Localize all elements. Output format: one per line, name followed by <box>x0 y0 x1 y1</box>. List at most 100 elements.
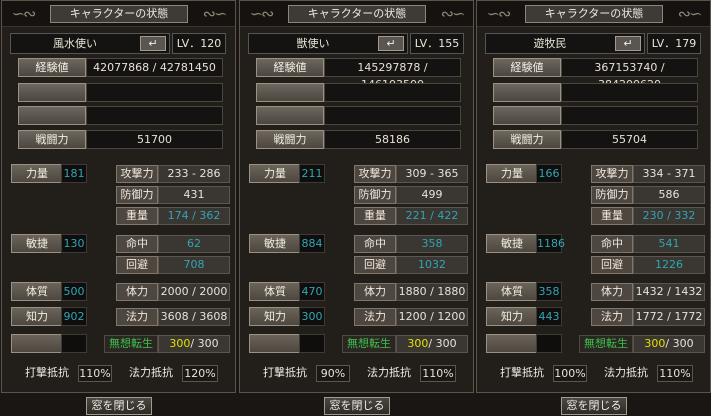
intelligence-button[interactable]: 知力 <box>11 307 63 326</box>
close-window-button[interactable]: 窓を閉じる <box>86 397 152 415</box>
defense-label: 防御力 <box>354 186 396 204</box>
mushou-label: 無想転生 <box>579 335 633 353</box>
ornament-icon: ∽∾ <box>486 4 512 23</box>
strike-res-value: 90% <box>316 365 350 382</box>
strength-button[interactable]: 力量 <box>486 164 538 183</box>
constitution-value: 358 <box>536 282 562 301</box>
character-status-panel: ∽∾∾∽キャラクターの状態遊牧民↵LV．179経験値367153740 / 38… <box>476 0 711 393</box>
empty-stat-slot[interactable] <box>11 334 63 353</box>
mp-value: 1200 / 1200 <box>396 308 468 326</box>
accuracy-value: 358 <box>396 235 468 253</box>
close-window-button[interactable]: 窓を閉じる <box>561 397 627 415</box>
magic-res-value: 110% <box>657 365 693 382</box>
attack-label: 攻撃力 <box>354 165 396 183</box>
return-icon[interactable]: ↵ <box>140 36 166 51</box>
accuracy-value: 541 <box>633 235 705 253</box>
agility-button[interactable]: 敏捷 <box>11 234 63 253</box>
exp-value: 42077868 / 42781450 <box>86 58 223 77</box>
character-status-panel: ∽∾∾∽キャラクターの状態獣使い↵LV．155経験値145297878 / 14… <box>239 0 474 393</box>
empty-stat-slot[interactable] <box>486 334 538 353</box>
magic-res-value: 120% <box>182 365 218 382</box>
window-title: キャラクターの状態 <box>288 5 426 23</box>
ornament-icon: ∽∾ <box>11 4 37 23</box>
mushou-max: / 300 <box>190 337 219 350</box>
intelligence-button[interactable]: 知力 <box>249 307 301 326</box>
evasion-label: 回避 <box>116 256 158 274</box>
magic-res-value: 110% <box>420 365 456 382</box>
blank-slot-value <box>86 106 223 125</box>
mp-value: 1772 / 1772 <box>633 308 705 326</box>
hp-value: 2000 / 2000 <box>158 283 230 301</box>
attack-value: 334 - 371 <box>633 165 705 183</box>
intelligence-value: 300 <box>299 307 325 326</box>
panel-header: ∽∾ ∾∽ キャラクターの状態 <box>477 1 710 27</box>
hp-label: 体力 <box>116 283 158 301</box>
battle-power-value: 58186 <box>324 130 461 149</box>
hp-label: 体力 <box>591 283 633 301</box>
mushou-value: 300/ 300 <box>633 335 705 353</box>
accuracy-label: 命中 <box>116 235 158 253</box>
agility-button[interactable]: 敏捷 <box>249 234 301 253</box>
battle-power-value: 55704 <box>561 130 698 149</box>
strength-button[interactable]: 力量 <box>249 164 301 183</box>
exp-label: 経験値 <box>256 58 324 77</box>
level-display: LV．155 <box>410 33 464 54</box>
weight-value: 230 / 332 <box>633 207 705 225</box>
constitution-button[interactable]: 体質 <box>11 282 63 301</box>
attack-value: 309 - 365 <box>396 165 468 183</box>
blank-slot-label <box>18 83 86 102</box>
empty-stat-slot[interactable] <box>249 334 301 353</box>
mushou-max: / 300 <box>428 337 457 350</box>
weight-label: 重量 <box>591 207 633 225</box>
empty-stat-value <box>299 334 325 353</box>
window-title: キャラクターの状態 <box>50 5 188 23</box>
weight-label: 重量 <box>354 207 396 225</box>
blank-slot-value <box>86 83 223 102</box>
strike-res-value: 110% <box>78 365 112 382</box>
evasion-value: 1032 <box>396 256 468 274</box>
mushou-current: 300 <box>644 337 666 350</box>
strength-button[interactable]: 力量 <box>11 164 63 183</box>
magic-res-label: 法力抵抗 <box>367 366 411 379</box>
attack-value: 233 - 286 <box>158 165 230 183</box>
constitution-button[interactable]: 体質 <box>486 282 538 301</box>
battle-power-label: 戦闘力 <box>256 130 324 149</box>
mp-label: 法力 <box>354 308 396 326</box>
hp-label: 体力 <box>354 283 396 301</box>
exp-value: 145297878 / 146103500 <box>324 58 461 91</box>
accuracy-value: 62 <box>158 235 230 253</box>
hp-value: 1880 / 1880 <box>396 283 468 301</box>
blank-slot-value <box>561 106 698 125</box>
mp-label: 法力 <box>591 308 633 326</box>
character-status-panel: ∽∾ ∾∽ キャラクターの状態 風水使い ↵ LV．120 経験値 42077868 / 42… <box>1 0 236 393</box>
exp-label: 経験値 <box>493 58 561 77</box>
empty-stat-value <box>536 334 562 353</box>
return-icon[interactable]: ↵ <box>378 36 404 51</box>
battle-power-label: 戦闘力 <box>493 130 561 149</box>
close-window-button[interactable]: 窓を閉じる <box>324 397 390 415</box>
strike-res-label: 打撃抵抗 <box>263 366 307 379</box>
ornament-icon: ∽∾ <box>249 4 275 23</box>
mushou-value: 300/ 300 <box>396 335 468 353</box>
constitution-button[interactable]: 体質 <box>249 282 301 301</box>
mushou-max: / 300 <box>665 337 694 350</box>
blank-slot-value <box>561 83 698 102</box>
weight-label: 重量 <box>116 207 158 225</box>
evasion-value: 1226 <box>633 256 705 274</box>
empty-stat-value <box>61 334 87 353</box>
mp-value: 3608 / 3608 <box>158 308 230 326</box>
return-icon[interactable]: ↵ <box>615 36 641 51</box>
accuracy-label: 命中 <box>354 235 396 253</box>
ornament-icon: ∾∽ <box>677 4 703 23</box>
intelligence-value: 443 <box>536 307 562 326</box>
accuracy-label: 命中 <box>591 235 633 253</box>
agility-button[interactable]: 敏捷 <box>486 234 538 253</box>
mp-label: 法力 <box>116 308 158 326</box>
blank-slot-label <box>493 106 561 125</box>
battle-power-label: 戦闘力 <box>18 130 86 149</box>
agility-value: 130 <box>61 234 87 253</box>
agility-value: 884 <box>299 234 325 253</box>
intelligence-button[interactable]: 知力 <box>486 307 538 326</box>
mushou-current: 300 <box>407 337 429 350</box>
blank-slot-label <box>256 106 324 125</box>
